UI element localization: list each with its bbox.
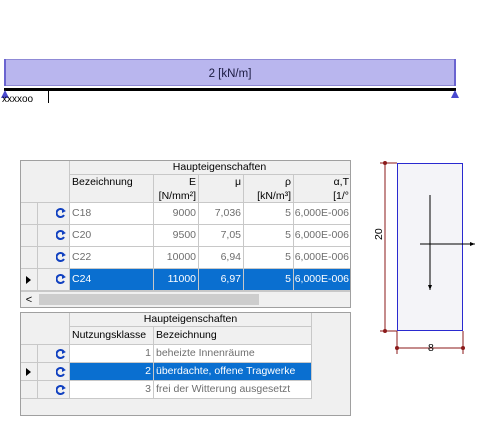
row-icon-cell[interactable] xyxy=(38,363,70,381)
row-pointer-cell[interactable] xyxy=(21,345,38,363)
table-cell-nutzungsklasse[interactable]: 1 xyxy=(70,345,154,363)
table-cell-E[interactable]: 11000 xyxy=(154,269,199,291)
table-cell-E[interactable]: 9000 xyxy=(154,203,199,225)
row-pointer-cell[interactable] xyxy=(21,269,38,291)
table-cell-E[interactable]: 10000 xyxy=(154,247,199,269)
col-header-alpha[interactable]: α,T [1/° xyxy=(294,175,350,203)
group-header: Haupteigenschaften xyxy=(70,313,312,327)
row-pointer-cell[interactable] xyxy=(21,225,38,247)
refresh-icon xyxy=(56,252,66,262)
row-icon-cell[interactable] xyxy=(38,203,70,225)
row-icon-cell[interactable] xyxy=(38,345,70,363)
table-cell-E[interactable]: 9500 xyxy=(154,225,199,247)
table-cell-alpha[interactable]: 6,000E-006 xyxy=(294,247,350,269)
refresh-icon xyxy=(56,349,66,359)
scroll-left-button[interactable]: < xyxy=(23,293,35,307)
table-cell-bezeichnung[interactable]: frei der Witterung ausgesetzt xyxy=(154,381,312,399)
table-cell-alpha[interactable]: 6,000E-006 xyxy=(294,269,350,291)
beam-line xyxy=(4,88,456,91)
table-cell-bezeichnung[interactable]: beheizte Innenräume xyxy=(154,345,312,363)
table-cell-mu[interactable]: 7,05 xyxy=(199,225,244,247)
row-pointer-icon xyxy=(26,368,31,376)
load-label: 2 [kN/m] xyxy=(208,68,252,80)
col-header-mu[interactable]: μ xyxy=(199,175,244,203)
row-pointer-icon xyxy=(26,276,31,284)
row-icon-cell[interactable] xyxy=(38,225,70,247)
refresh-icon xyxy=(56,385,66,395)
row-header-corner xyxy=(21,161,70,203)
table-cell-name[interactable]: C24 xyxy=(70,269,154,291)
refresh-icon xyxy=(56,274,66,284)
section-height-label: 20 xyxy=(373,228,385,240)
col-header-bezeichnung[interactable]: Bezeichnung xyxy=(154,327,312,345)
materials-table: Haupteigenschaften Bezeichnung E [N/mm²] … xyxy=(20,160,351,308)
section-dimensions xyxy=(380,161,475,354)
row-pointer-cell[interactable] xyxy=(21,203,38,225)
col-header-bezeichnung[interactable]: Bezeichnung xyxy=(70,175,154,203)
col-header-rho[interactable]: ρ [kN/m³] xyxy=(244,175,294,203)
row-icon-cell[interactable] xyxy=(38,381,70,399)
table-cell-rho[interactable]: 5 xyxy=(244,203,294,225)
row-pointer-cell[interactable] xyxy=(21,381,38,399)
table-cell-name[interactable]: C18 xyxy=(70,203,154,225)
col-header-nutzungsklasse[interactable]: Nutzungsklasse xyxy=(70,327,154,345)
refresh-icon xyxy=(56,367,66,377)
support-right-icon xyxy=(451,90,459,98)
section-width-label: 8 xyxy=(428,342,434,354)
horizontal-scrollbar[interactable]: < xyxy=(21,291,350,307)
row-header-corner xyxy=(21,313,70,345)
table-cell-rho[interactable]: 5 xyxy=(244,269,294,291)
scrollbar-thumb[interactable] xyxy=(39,294,259,305)
col-header-e[interactable]: E [N/mm²] xyxy=(154,175,199,203)
table-cell-mu[interactable]: 6,94 xyxy=(199,247,244,269)
row-icon-cell[interactable] xyxy=(38,269,70,291)
table-cell-name[interactable]: C22 xyxy=(70,247,154,269)
table-cell-mu[interactable]: 6,97 xyxy=(199,269,244,291)
table-cell-mu[interactable]: 7,036 xyxy=(199,203,244,225)
table-cell-alpha[interactable]: 6,000E-006 xyxy=(294,203,350,225)
table-cell-nutzungsklasse[interactable]: 3 xyxy=(70,381,154,399)
table-cell-rho[interactable]: 5 xyxy=(244,225,294,247)
usage-class-table: Haupteigenschaften Nutzungsklasse Bezeic… xyxy=(20,312,351,416)
table-cell-bezeichnung[interactable]: überdachte, offene Tragwerke xyxy=(154,363,312,381)
table-cell-name[interactable]: C20 xyxy=(70,225,154,247)
text-cursor xyxy=(48,91,49,103)
group-header: Haupteigenschaften xyxy=(70,161,350,175)
refresh-icon xyxy=(56,208,66,218)
table-cell-rho[interactable]: 5 xyxy=(244,247,294,269)
member-name: xxxxoo xyxy=(2,94,34,105)
row-pointer-cell[interactable] xyxy=(21,363,38,381)
refresh-icon xyxy=(56,230,66,240)
row-icon-cell[interactable] xyxy=(38,247,70,269)
table-cell-nutzungsklasse[interactable]: 2 xyxy=(70,363,154,381)
row-pointer-cell[interactable] xyxy=(21,247,38,269)
table-cell-alpha[interactable]: 6,000E-006 xyxy=(294,225,350,247)
